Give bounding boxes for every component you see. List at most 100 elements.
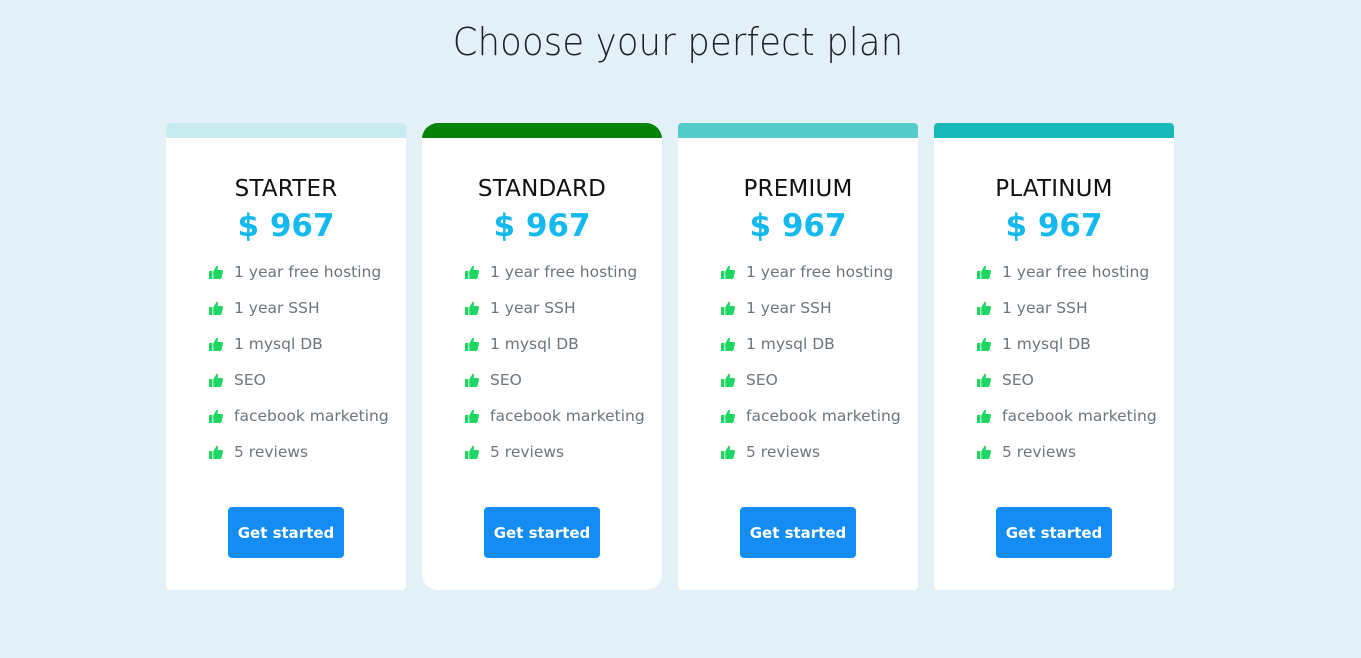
feature-label: facebook marketing bbox=[746, 407, 901, 425]
feature-item: 1 mysql DB bbox=[208, 326, 406, 362]
get-started-button[interactable]: Get started bbox=[228, 507, 344, 558]
cta-wrapper: Get started bbox=[166, 507, 406, 558]
card-accent-bar bbox=[934, 123, 1174, 138]
card-accent-bar bbox=[422, 123, 662, 138]
feature-item: 5 reviews bbox=[208, 434, 406, 470]
cta-wrapper: Get started bbox=[934, 507, 1174, 558]
feature-label: 1 year free hosting bbox=[746, 263, 894, 281]
thumbs-up-icon bbox=[464, 408, 480, 424]
thumbs-up-icon bbox=[976, 408, 992, 424]
plan-price: $ 967 bbox=[237, 208, 335, 244]
thumbs-up-icon bbox=[976, 336, 992, 352]
feature-label: 1 year SSH bbox=[490, 299, 576, 317]
plan-price: $ 967 bbox=[749, 208, 847, 244]
cta-wrapper: Get started bbox=[678, 507, 918, 558]
feature-item: 5 reviews bbox=[464, 434, 662, 470]
feature-item: 5 reviews bbox=[976, 434, 1174, 470]
feature-item: 1 year SSH bbox=[976, 290, 1174, 326]
feature-label: facebook marketing bbox=[490, 407, 645, 425]
thumbs-up-icon bbox=[720, 264, 736, 280]
pricing-card-standard: STANDARD $ 967 1 year free hosting 1 yea… bbox=[422, 123, 662, 590]
feature-item: SEO bbox=[720, 362, 918, 398]
feature-item: SEO bbox=[464, 362, 662, 398]
feature-label: 1 year SSH bbox=[1002, 299, 1088, 317]
feature-item: facebook marketing bbox=[464, 398, 662, 434]
feature-item: 1 year SSH bbox=[720, 290, 918, 326]
thumbs-up-icon bbox=[208, 264, 224, 280]
feature-item: 1 mysql DB bbox=[976, 326, 1174, 362]
plan-name: STANDARD bbox=[477, 176, 607, 202]
feature-item: SEO bbox=[976, 362, 1174, 398]
feature-item: facebook marketing bbox=[976, 398, 1174, 434]
thumbs-up-icon bbox=[464, 300, 480, 316]
pricing-card-premium: PREMIUM $ 967 1 year free hosting 1 year… bbox=[678, 123, 918, 590]
feature-label: 1 year free hosting bbox=[1002, 263, 1150, 281]
thumbs-up-icon bbox=[720, 300, 736, 316]
feature-label: 5 reviews bbox=[1002, 443, 1077, 461]
thumbs-up-icon bbox=[208, 444, 224, 460]
feature-item: 1 year free hosting bbox=[464, 254, 662, 290]
page-title: Choose your perfect plan bbox=[452, 20, 904, 64]
pricing-card-platinum: PLATINUM $ 967 1 year free hosting 1 yea… bbox=[934, 123, 1174, 590]
thumbs-up-icon bbox=[976, 372, 992, 388]
feature-list: 1 year free hosting 1 year SSH 1 mysql D… bbox=[934, 254, 1174, 470]
feature-label: 5 reviews bbox=[746, 443, 821, 461]
feature-label: 1 mysql DB bbox=[234, 335, 323, 353]
feature-list: 1 year free hosting 1 year SSH 1 mysql D… bbox=[422, 254, 662, 470]
feature-label: SEO bbox=[490, 371, 522, 389]
thumbs-up-icon bbox=[464, 264, 480, 280]
plan-price: $ 967 bbox=[1005, 208, 1103, 244]
feature-item: facebook marketing bbox=[208, 398, 406, 434]
thumbs-up-icon bbox=[976, 444, 992, 460]
get-started-button[interactable]: Get started bbox=[996, 507, 1112, 558]
thumbs-up-icon bbox=[720, 444, 736, 460]
feature-label: 1 mysql DB bbox=[746, 335, 835, 353]
feature-label: SEO bbox=[746, 371, 778, 389]
card-accent-bar bbox=[678, 123, 918, 138]
feature-item: 1 mysql DB bbox=[464, 326, 662, 362]
feature-label: 5 reviews bbox=[490, 443, 565, 461]
feature-label: facebook marketing bbox=[1002, 407, 1157, 425]
plan-name: PREMIUM bbox=[743, 176, 853, 202]
card-accent-bar bbox=[166, 123, 406, 138]
thumbs-up-icon bbox=[208, 300, 224, 316]
feature-item: facebook marketing bbox=[720, 398, 918, 434]
feature-label: SEO bbox=[234, 371, 266, 389]
thumbs-up-icon bbox=[720, 408, 736, 424]
feature-item: 1 year free hosting bbox=[976, 254, 1174, 290]
feature-label: facebook marketing bbox=[234, 407, 389, 425]
thumbs-up-icon bbox=[464, 372, 480, 388]
feature-list: 1 year free hosting 1 year SSH 1 mysql D… bbox=[166, 254, 406, 470]
feature-label: 1 year SSH bbox=[746, 299, 832, 317]
get-started-button[interactable]: Get started bbox=[484, 507, 600, 558]
plan-price: $ 967 bbox=[493, 208, 591, 244]
feature-list: 1 year free hosting 1 year SSH 1 mysql D… bbox=[678, 254, 918, 470]
feature-item: SEO bbox=[208, 362, 406, 398]
thumbs-up-icon bbox=[208, 372, 224, 388]
feature-item: 1 year free hosting bbox=[208, 254, 406, 290]
feature-label: SEO bbox=[1002, 371, 1034, 389]
thumbs-up-icon bbox=[464, 444, 480, 460]
feature-label: 1 year free hosting bbox=[234, 263, 382, 281]
thumbs-up-icon bbox=[976, 300, 992, 316]
feature-item: 1 mysql DB bbox=[720, 326, 918, 362]
pricing-card-starter: STARTER $ 967 1 year free hosting 1 year… bbox=[166, 123, 406, 590]
feature-label: 1 year free hosting bbox=[490, 263, 638, 281]
feature-item: 1 year SSH bbox=[464, 290, 662, 326]
thumbs-up-icon bbox=[976, 264, 992, 280]
pricing-cards: STARTER $ 967 1 year free hosting 1 year… bbox=[166, 123, 1174, 590]
feature-label: 1 mysql DB bbox=[490, 335, 579, 353]
feature-item: 5 reviews bbox=[720, 434, 918, 470]
plan-name: PLATINUM bbox=[995, 176, 1113, 202]
get-started-button[interactable]: Get started bbox=[740, 507, 856, 558]
thumbs-up-icon bbox=[208, 408, 224, 424]
feature-label: 1 mysql DB bbox=[1002, 335, 1091, 353]
thumbs-up-icon bbox=[464, 336, 480, 352]
cta-wrapper: Get started bbox=[422, 507, 662, 558]
feature-item: 1 year SSH bbox=[208, 290, 406, 326]
thumbs-up-icon bbox=[720, 336, 736, 352]
feature-label: 1 year SSH bbox=[234, 299, 320, 317]
feature-label: 5 reviews bbox=[234, 443, 309, 461]
thumbs-up-icon bbox=[720, 372, 736, 388]
plan-name: STARTER bbox=[234, 176, 338, 202]
